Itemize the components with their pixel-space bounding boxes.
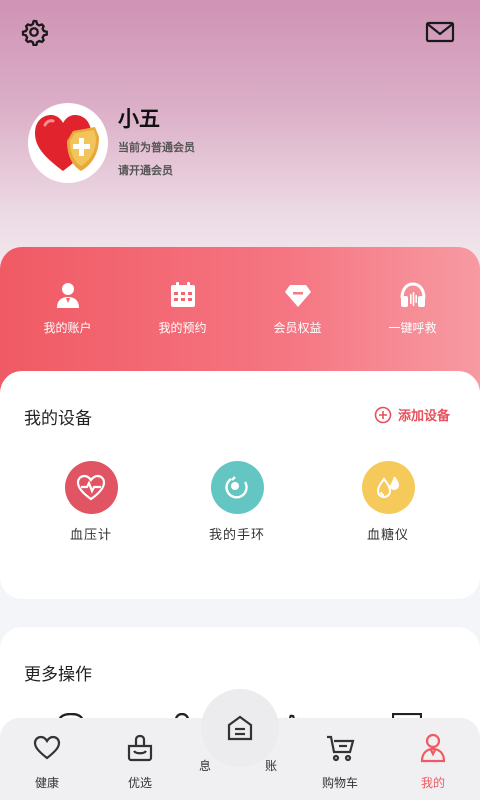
tab-label: 优选 — [127, 776, 152, 790]
headset-icon — [400, 282, 425, 307]
device-label: 血糖仪 — [366, 528, 409, 543]
calendar-icon — [170, 282, 195, 307]
settings-button[interactable] — [18, 16, 50, 48]
tab-featured[interactable]: 优选 — [105, 732, 175, 791]
profile-section[interactable]: 小五 当前为普通会员 请开通会员 — [28, 103, 195, 183]
tab-partial-label-right: 账 — [265, 759, 278, 773]
quick-actions: 我的账户 我的预约 会员权益 一键呼救 — [0, 280, 480, 336]
heart-shield-icon — [35, 115, 99, 171]
drops-icon — [376, 475, 400, 498]
device-label: 我的手环 — [208, 528, 265, 543]
gear-icon — [21, 19, 48, 46]
user-icon — [56, 283, 79, 308]
user-name: 小五 — [118, 106, 160, 131]
device-band[interactable]: 我的手环 — [187, 461, 287, 543]
heart-outline-icon — [33, 735, 61, 760]
center-home-button[interactable] — [201, 689, 279, 767]
tab-cart[interactable]: 购物车 — [305, 732, 375, 791]
mail-button[interactable] — [424, 16, 456, 48]
quick-action-sos[interactable]: 一键呼救 — [355, 280, 470, 336]
avatar[interactable] — [28, 103, 108, 183]
devices-title: 我的设备 — [24, 409, 92, 429]
basket-icon — [127, 734, 153, 762]
device-blood-pressure[interactable]: 血压计 — [41, 461, 141, 543]
device-label: 血压计 — [69, 528, 112, 543]
plus-circle-icon — [374, 406, 392, 423]
devices-card: 我的设备 添加设备 血压计 我的手环 血糖仪 — [0, 371, 480, 599]
quick-action-label: 我的预约 — [158, 321, 207, 335]
quick-action-benefits[interactable]: 会员权益 — [240, 280, 355, 336]
open-member-link[interactable]: 请开通会员 — [118, 162, 195, 178]
quick-action-account[interactable]: 我的账户 — [10, 280, 125, 336]
tab-label: 购物车 — [321, 776, 358, 790]
mail-icon — [425, 21, 455, 43]
quick-action-label: 一键呼救 — [388, 321, 437, 335]
heart-pulse-icon — [76, 474, 106, 500]
member-status: 当前为普通会员 — [118, 141, 195, 155]
home-icon — [227, 715, 253, 741]
quick-action-appointment[interactable]: 我的预约 — [125, 280, 240, 336]
add-device-label: 添加设备 — [398, 409, 451, 424]
cart-icon — [327, 735, 355, 762]
band-icon — [225, 475, 248, 499]
device-glucose[interactable]: 血糖仪 — [338, 461, 438, 543]
tab-health[interactable]: 健康 — [12, 732, 82, 791]
add-device-button[interactable]: 添加设备 — [374, 405, 450, 424]
tab-partial-label-left: 息 — [199, 759, 212, 773]
tab-label: 我的 — [420, 776, 445, 790]
tab-label: 健康 — [34, 776, 59, 790]
person-outline-icon — [420, 733, 446, 763]
tab-mine[interactable]: 我的 — [398, 732, 468, 791]
more-actions-title: 更多操作 — [24, 665, 92, 685]
quick-action-label: 会员权益 — [273, 321, 322, 335]
quick-action-label: 我的账户 — [43, 321, 92, 335]
diamond-icon — [284, 285, 311, 307]
